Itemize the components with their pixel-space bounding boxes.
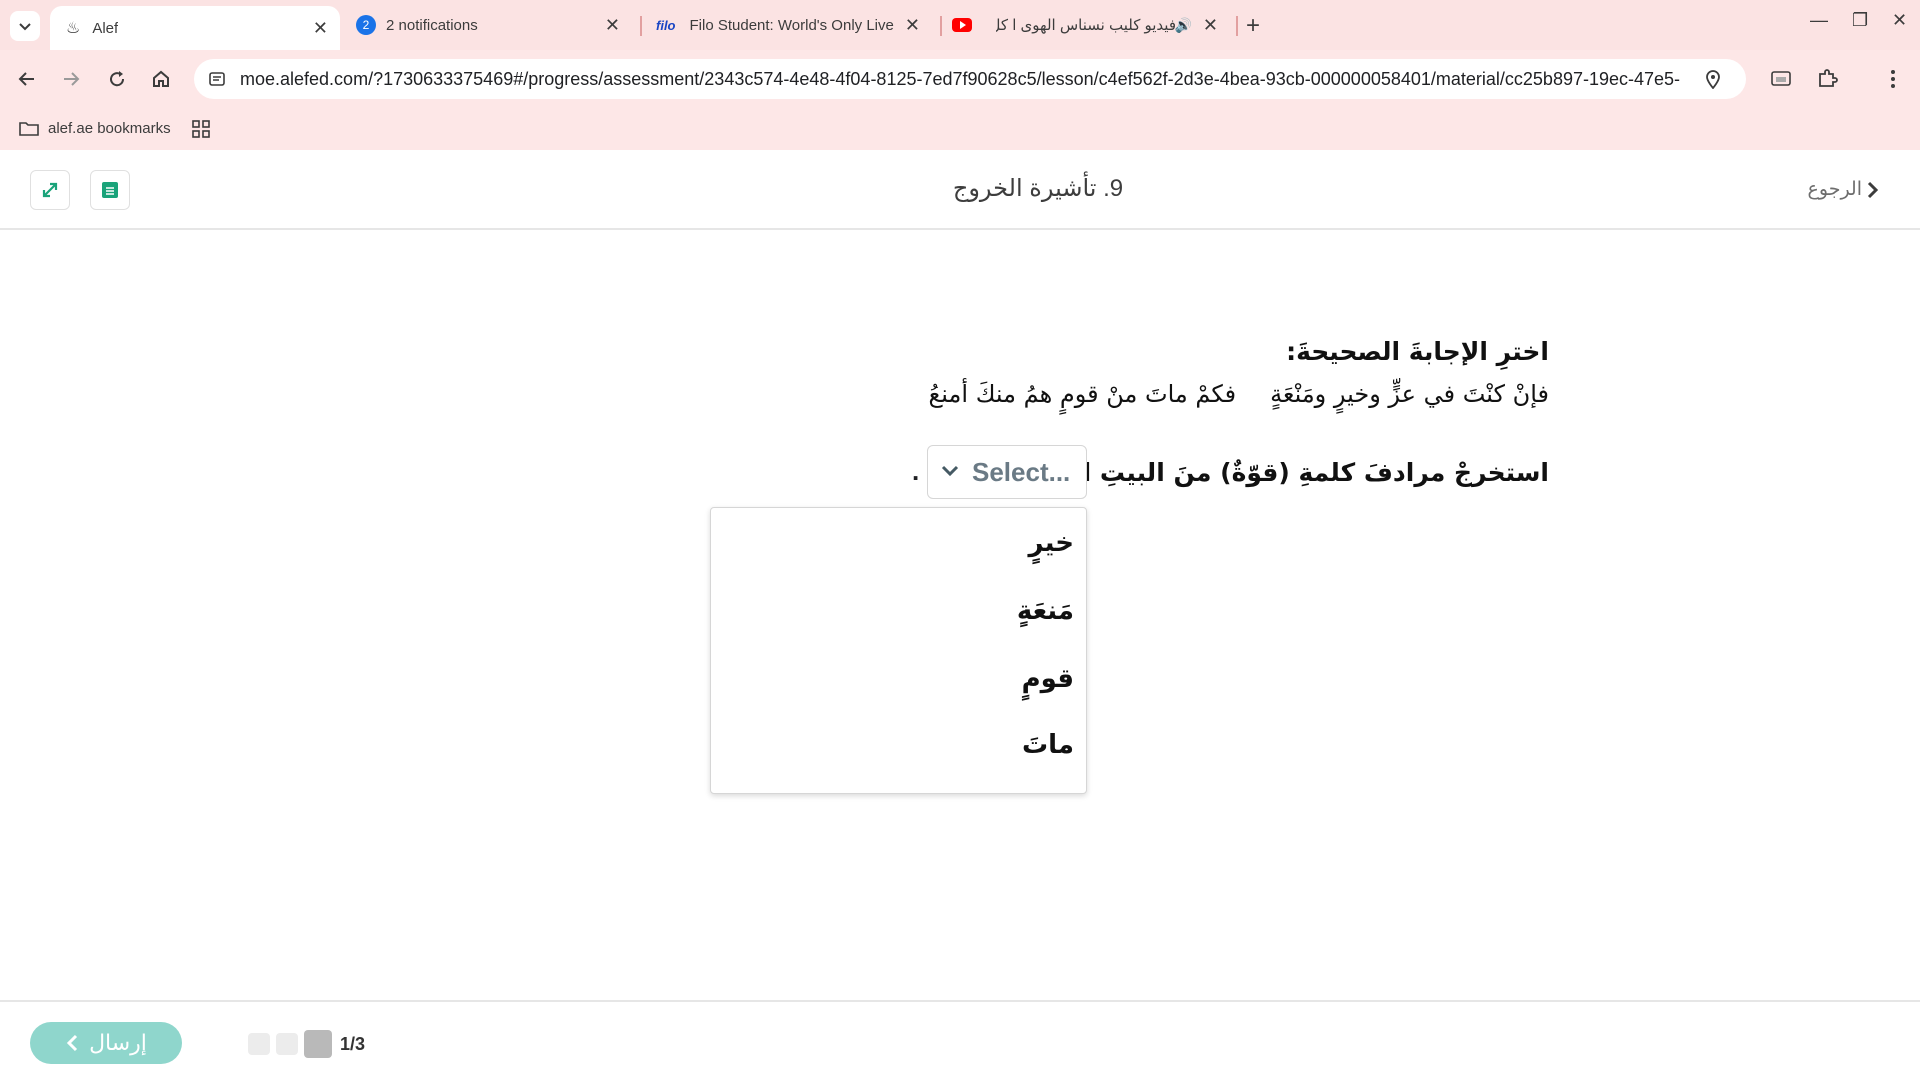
answer-option[interactable]: قومٍ	[1022, 664, 1074, 694]
arrow-left-icon	[18, 72, 34, 86]
site-info-icon[interactable]	[208, 70, 226, 88]
back-button[interactable]	[12, 64, 42, 94]
browser-tab-bar: ♨ Alef ✕ 2 2 notifications ✕ filo Filo S…	[0, 0, 1920, 50]
answer-option[interactable]: مَنعَةٍ	[1017, 596, 1074, 626]
verse-second-half: فكمْ ماتَ منْ قومٍ همُ منكَ أمنعُ	[928, 380, 1237, 408]
tab-youtube[interactable]: فيديو كليب نسناس الهوى ا كل 🔊 ✕	[952, 0, 1230, 50]
submit-button[interactable]: إرسال	[30, 1022, 182, 1064]
browser-menu-button[interactable]	[1878, 64, 1908, 94]
tab-separator	[1236, 16, 1238, 36]
notification-badge: 2	[356, 15, 376, 35]
pager-step[interactable]	[276, 1033, 298, 1055]
pager-step-current[interactable]	[304, 1030, 332, 1058]
verse-first-half: فإنْ كنْتَ في عزٍّ وخيرٍ ومَنْعَةٍ	[1270, 380, 1549, 408]
filo-logo-icon: filo	[656, 17, 676, 33]
tab-alef[interactable]: ♨ Alef ✕	[50, 6, 340, 50]
close-window-button[interactable]: ✕	[1892, 10, 1907, 31]
location-pin-icon[interactable]	[1704, 69, 1722, 89]
home-icon	[153, 70, 169, 87]
alef-favicon-icon: ♨	[66, 20, 81, 37]
question-block: اخترِ الإجابةَ الصحيحةَ: فإنْ كنْتَ في ع…	[929, 337, 1549, 408]
answer-select[interactable]: Select...	[927, 445, 1087, 499]
tab-filo[interactable]: filo Filo Student: World's Only Live I ✕	[652, 0, 932, 50]
back-label: الرجوع	[1807, 179, 1862, 200]
chevron-right-icon	[1867, 181, 1879, 198]
chevron-down-icon	[941, 465, 959, 477]
minimize-button[interactable]: —	[1810, 10, 1828, 31]
audio-playing-icon[interactable]: 🔊	[1175, 17, 1192, 34]
address-bar[interactable]: moe.alefed.com/?1730633375469#/progress/…	[194, 59, 1746, 99]
answer-option[interactable]: ماتَ	[1022, 730, 1074, 760]
lesson-footer: إرسال 1/3	[0, 1000, 1920, 1082]
close-tab-icon[interactable]: ✕	[313, 18, 328, 39]
managed-bookmarks-folder-icon	[19, 122, 39, 136]
pager-step[interactable]	[248, 1033, 270, 1055]
close-tab-icon[interactable]: ✕	[605, 15, 620, 36]
chevron-left-icon	[66, 1034, 78, 1052]
close-tab-icon[interactable]: ✕	[1203, 15, 1218, 36]
tab-title: Alef	[92, 19, 119, 37]
tab-title: 2 notifications	[386, 16, 478, 34]
bookmark-folder-alef[interactable]: alef.ae bookmarks	[48, 120, 171, 137]
tab-title: فيديو كليب نسناس الهوى ا كل	[996, 17, 1176, 34]
puzzle-icon	[1819, 69, 1838, 87]
forward-button[interactable]	[56, 64, 86, 94]
back-link[interactable]: الرجوع	[1808, 178, 1880, 201]
page-title: 9. تأشيرة الخروج	[952, 175, 1124, 202]
close-tab-icon[interactable]: ✕	[905, 15, 920, 36]
home-button[interactable]	[146, 64, 176, 94]
apps-grid-icon[interactable]	[192, 120, 210, 138]
select-placeholder: Select...	[972, 456, 1071, 487]
cast-button[interactable]	[1766, 64, 1796, 94]
url-text: moe.alefed.com/?1730633375469#/progress/…	[240, 68, 1680, 89]
reload-button[interactable]	[102, 64, 132, 94]
extensions-button[interactable]	[1812, 64, 1842, 94]
answer-options-dropdown: خيرٍ مَنعَةٍ قومٍ ماتَ	[710, 507, 1087, 794]
question-pager: 1/3	[248, 1030, 365, 1058]
reload-icon	[110, 71, 125, 87]
chevron-down-icon	[19, 23, 31, 31]
new-tab-button[interactable]: +	[1246, 12, 1260, 40]
restore-button[interactable]: ❐	[1852, 10, 1868, 31]
cast-icon	[1771, 71, 1791, 86]
poem-verse: فإنْ كنْتَ في عزٍّ وخيرٍ ومَنْعَةٍ فكمْ …	[929, 380, 1549, 408]
lesson-header: 9. تأشيرة الخروج الرجوع	[0, 150, 1920, 230]
browser-toolbar: moe.alefed.com/?1730633375469#/progress/…	[0, 50, 1920, 108]
answer-option[interactable]: خيرٍ	[1028, 528, 1074, 558]
youtube-icon	[952, 18, 972, 32]
tab-separator	[640, 16, 642, 36]
tab-title: Filo Student: World's Only Live I	[689, 16, 895, 34]
submit-label: إرسال	[89, 1030, 147, 1056]
arrow-right-icon	[64, 72, 80, 86]
tab-separator	[940, 16, 942, 36]
sentence-period: .	[912, 456, 920, 486]
kebab-menu-icon	[1891, 70, 1895, 88]
question-heading: اخترِ الإجابةَ الصحيحةَ:	[1286, 337, 1549, 366]
tab-notifications[interactable]: 2 2 notifications ✕	[356, 0, 632, 50]
tab-search-button[interactable]	[10, 11, 40, 41]
pager-count: 1/3	[340, 1033, 366, 1054]
bookmarks-bar: alef.ae bookmarks	[0, 108, 1920, 150]
